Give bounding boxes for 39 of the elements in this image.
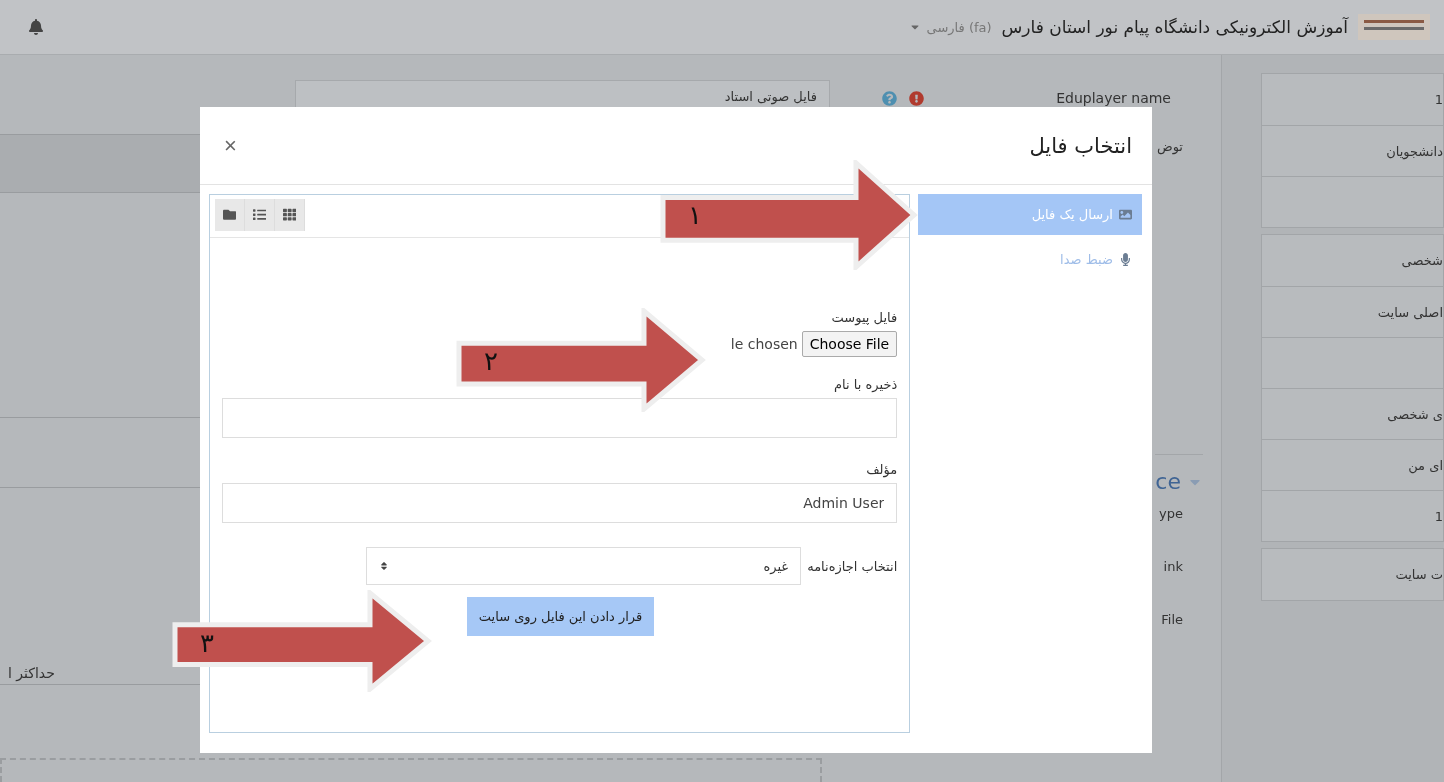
sidebar-item[interactable]: 1	[1434, 92, 1443, 107]
dialog-title: انتخاب فایل	[1029, 133, 1132, 158]
sort-icon	[379, 561, 390, 571]
folder-icon	[222, 208, 237, 222]
upload-button[interactable]: قرار دادن این فایل روی سایت	[466, 597, 655, 636]
sidebar-item[interactable]: اصلی سایت	[1377, 304, 1443, 320]
bell-icon[interactable]	[28, 19, 44, 35]
image-icon	[1119, 208, 1132, 221]
field-label: مؤلف	[865, 462, 898, 477]
field-label: Eduplayer name	[1056, 90, 1171, 106]
field-label: ink	[1163, 559, 1183, 574]
sidebar-item[interactable]: ی شخصی	[1387, 406, 1443, 422]
field-label: انتخاب اجازه‌نامه	[807, 558, 898, 574]
sidebar-item[interactable]: ت سایت	[1395, 567, 1443, 582]
field-label: توض	[1156, 139, 1183, 154]
sidebar-item[interactable]: شخصی	[1401, 253, 1443, 268]
license-select[interactable]: غیره	[366, 547, 802, 585]
step-number: ۱	[688, 202, 702, 229]
step-number: ۲	[484, 348, 498, 375]
grid-icon	[282, 208, 297, 222]
site-title[interactable]: آموزش الکترونیکی دانشگاه پیام نور استان فارس	[1001, 17, 1348, 37]
field-label: ذخیره با نام	[833, 377, 898, 392]
author-field[interactable]: Admin User	[222, 483, 898, 523]
microphone-icon	[1119, 253, 1132, 266]
field-label: ype	[1159, 506, 1183, 521]
sidebar-item[interactable]: 1	[1434, 508, 1443, 524]
sidebar-item[interactable]: دانشجویان	[1386, 143, 1443, 159]
logo-icon[interactable]	[1358, 14, 1430, 40]
step-number: ۳	[200, 629, 214, 656]
choose-file-button[interactable]: Choose File	[801, 331, 898, 357]
field-label: فایل پیوست	[830, 310, 898, 325]
sidebar-item[interactable]: ای من	[1408, 457, 1443, 473]
help-icon[interactable]	[882, 90, 897, 106]
list-icon	[252, 208, 267, 222]
save-as-field[interactable]	[222, 398, 898, 438]
close-button[interactable]: ×	[220, 132, 241, 159]
field-label: File	[1161, 612, 1183, 627]
file-status: le chosen	[730, 336, 798, 352]
field-label: حداکثر ا	[8, 665, 55, 681]
